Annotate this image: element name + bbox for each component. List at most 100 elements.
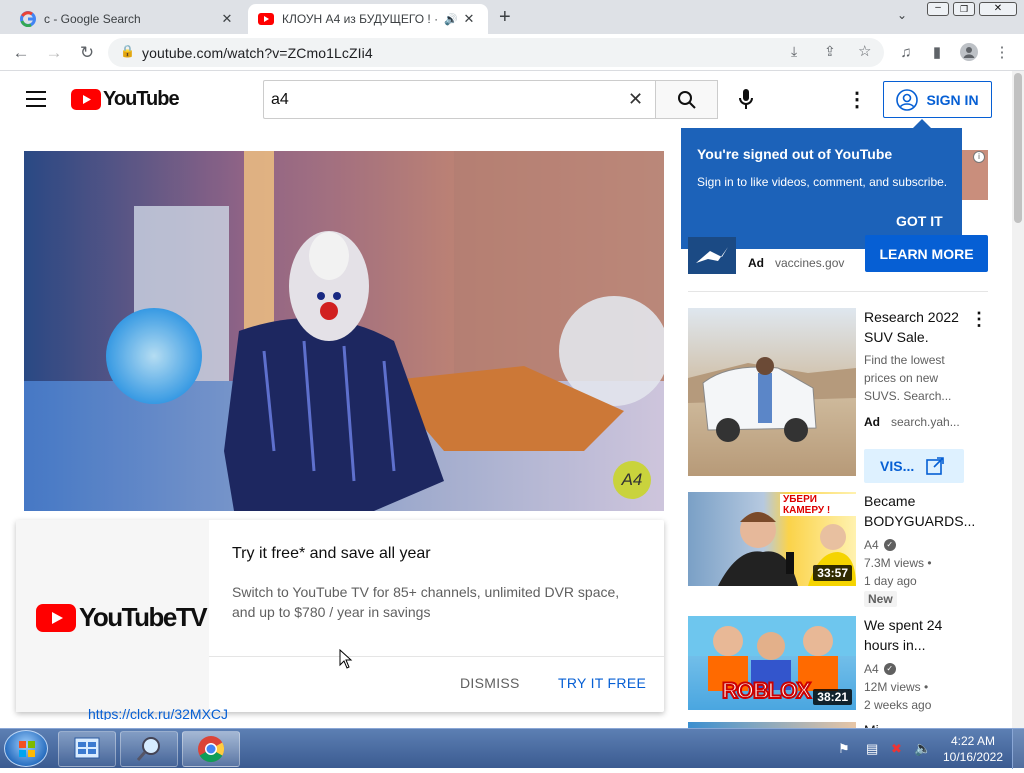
ad-video-title-2[interactable]: SUV Sale. (864, 327, 929, 347)
ad-more-dots-icon[interactable]: ⋮ (970, 309, 988, 330)
settings-dots-icon[interactable]: ⋮ (847, 87, 867, 112)
speaker-icon[interactable]: 🔊 (442, 13, 460, 26)
new-tab-button[interactable]: + (499, 6, 511, 29)
view-count: 12M views • (864, 680, 929, 694)
scrollbar-thumb[interactable] (1014, 73, 1022, 223)
video-thumbnail-roblox[interactable]: ROBLOX 38:21 (688, 616, 856, 710)
profile-icon[interactable] (957, 40, 981, 64)
video-title-2[interactable]: BODYGUARDS... (864, 511, 975, 531)
thumbnail-caption: УБЕРИ КАМЕРУ ! (780, 494, 856, 516)
youtube-tv-logo: YouTubeTV (36, 602, 208, 633)
learn-more-button[interactable]: LEARN MORE (865, 235, 988, 272)
show-desktop-button[interactable] (1012, 729, 1024, 769)
side-panel-icon[interactable]: ▮ (925, 40, 949, 64)
chrome-menu-icon[interactable]: ⋮ (990, 40, 1014, 64)
got-it-button[interactable]: GOT IT (896, 213, 943, 229)
channel-name-row[interactable]: A4 ✓ (864, 536, 896, 554)
share-icon[interactable]: ⇪ (824, 43, 836, 60)
tab-youtube-video[interactable]: КЛОУН А4 из БУДУЩЕГО ! · 🔊 ✕ (248, 4, 488, 34)
tab-search-icon[interactable]: ⌄ (897, 8, 907, 22)
search-value: a4 (271, 91, 289, 108)
clear-search-icon[interactable]: ✕ (628, 89, 643, 110)
tray-flag-icon[interactable]: ⚑ (838, 741, 850, 757)
media-control-icon[interactable]: ♫ (894, 40, 918, 64)
back-arrow-icon[interactable]: ← (8, 40, 34, 66)
windows-logo-icon (19, 741, 35, 757)
youtube-logo[interactable]: YouTube (71, 88, 180, 111)
microphone-icon[interactable] (738, 88, 754, 115)
tooltip-body: Sign in to like videos, comment, and sub… (697, 175, 948, 189)
vaccines-ad-logo[interactable] (688, 237, 736, 274)
new-badge: New (864, 591, 897, 607)
tray-network-icon[interactable]: ▤ (866, 741, 878, 757)
sign-in-button[interactable]: SIGN IN (883, 81, 992, 118)
try-it-free-button[interactable]: TRY IT FREE (558, 675, 646, 691)
tray-alert-icon[interactable]: ✖ (891, 741, 902, 757)
channel-watermark[interactable]: A4 (613, 461, 651, 499)
youtube-tv-promo: YouTubeTV Try it free* and save all year… (16, 520, 664, 712)
account-circle-icon (896, 88, 919, 111)
thumbnail-caption: ROBLOX (721, 677, 812, 704)
bookmark-star-icon[interactable]: ☆ (858, 42, 871, 60)
install-icon[interactable]: ⤓ (791, 43, 797, 60)
ad-video-desc-2: prices on new (864, 371, 939, 385)
forward-arrow-icon[interactable]: → (41, 40, 67, 66)
visit-site-button[interactable]: VIS... (864, 449, 964, 483)
description-link[interactable]: https://clck.ru/32MXCJ (88, 706, 228, 720)
signed-out-tooltip: You're signed out of YouTube Sign in to … (681, 119, 962, 249)
video-thumbnail-bodyguards[interactable]: УБЕРИ КАМЕРУ ! 33:57 (688, 492, 856, 586)
omnibox[interactable]: 🔒 youtube.com/watch?v=ZCmo1LcZIi4 ⤓ ⇪ ☆ (108, 38, 884, 67)
page-scrollbar[interactable] (1012, 71, 1024, 728)
video-title-1[interactable]: Became (864, 491, 915, 511)
browser-tab-strip: c - Google Search ✕ КЛОУН А4 из БУДУЩЕГО… (0, 0, 1024, 34)
close-tab-icon[interactable]: ✕ (218, 11, 236, 27)
youtube-play-icon (71, 89, 101, 110)
visit-label: VIS... (880, 458, 915, 474)
search-icon (677, 90, 696, 109)
suv-image (688, 357, 856, 442)
sidebar-divider (688, 291, 988, 292)
restore-button[interactable]: ❐ (953, 2, 975, 16)
logo-text: YouTube (103, 88, 180, 110)
youtube-play-icon (36, 603, 76, 632)
channel-name-row[interactable]: A4 ✓ (864, 660, 896, 678)
minimize-button[interactable]: – (927, 2, 949, 16)
tooltip-title: You're signed out of YouTube (697, 146, 893, 162)
upload-age: 2 weeks ago (864, 698, 932, 712)
close-window-button[interactable]: ✕ (979, 2, 1017, 16)
video-title-2[interactable]: hours in... (864, 635, 925, 655)
google-icon (20, 11, 36, 27)
ytv-logo-text: YouTubeTV (79, 602, 208, 632)
search-button[interactable] (655, 80, 718, 119)
search-input[interactable]: a4 ✕ (263, 80, 656, 119)
video-player[interactable]: A4 (24, 151, 664, 511)
ad-info-icon[interactable]: i (973, 151, 985, 163)
lock-icon[interactable]: 🔒 (120, 44, 135, 58)
system-clock[interactable]: 4:22 AM 10/16/2022 (940, 733, 1006, 765)
ad-video-title-1[interactable]: Research 2022 (864, 307, 959, 327)
start-button[interactable] (4, 730, 48, 767)
taskbar-control-panel[interactable] (58, 731, 116, 767)
hamburger-menu-icon[interactable] (26, 91, 46, 107)
tray-volume-icon[interactable]: 🔈 (914, 740, 931, 757)
reload-icon[interactable]: ↻ (74, 40, 100, 66)
taskbar-search[interactable] (120, 731, 178, 767)
video-title-partial[interactable]: Mi... (864, 720, 890, 728)
dismiss-button[interactable]: DISMISS (460, 675, 520, 691)
youtube-tv-logo-panel: YouTubeTV (16, 520, 209, 712)
tooltip-arrow (913, 119, 931, 128)
chrome-icon (198, 736, 225, 763)
video-title-1[interactable]: We spent 24 (864, 615, 942, 635)
ad-video-thumbnail[interactable] (688, 308, 856, 476)
close-tab-icon[interactable]: ✕ (460, 11, 478, 27)
promo-body: Switch to YouTube TV for 85+ channels, u… (232, 584, 620, 620)
taskbar-chrome[interactable] (182, 731, 240, 767)
external-link-icon (926, 457, 945, 475)
promo-divider (209, 656, 664, 657)
video-duration: 33:57 (813, 565, 852, 581)
verified-icon: ✓ (883, 663, 896, 675)
tab-google-search[interactable]: c - Google Search ✕ (10, 4, 246, 34)
channel-name: A4 (864, 538, 879, 552)
control-panel-icon (74, 737, 100, 759)
verified-icon: ✓ (883, 539, 896, 551)
